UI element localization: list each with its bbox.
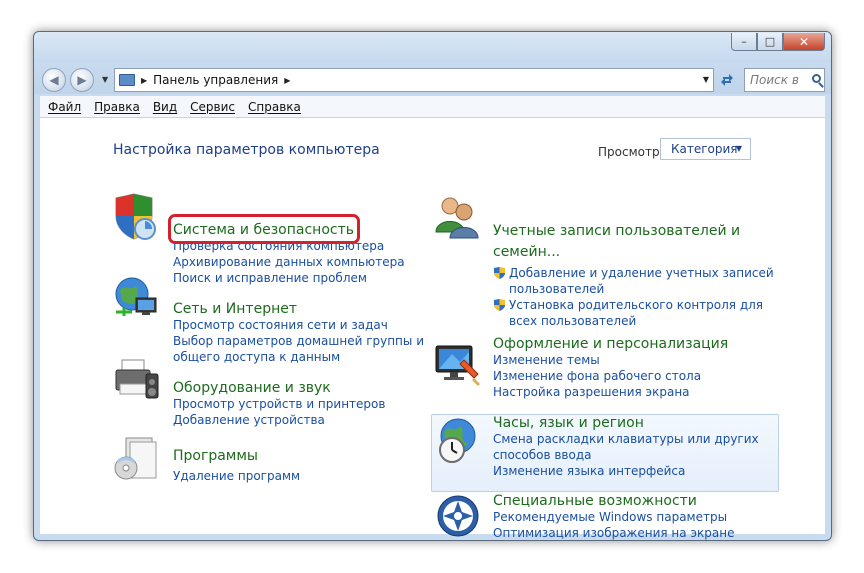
programs-title[interactable]: Программы bbox=[173, 448, 300, 464]
window-controls: – □ ✕ bbox=[731, 33, 825, 51]
chevron-down-icon: ▼ bbox=[735, 144, 742, 153]
category-ease-of-access: Специальные возможности Рекомендуемые Wi… bbox=[493, 493, 734, 540]
add-remove-accounts-link[interactable]: Добавление и удаление учетных записей bbox=[493, 265, 774, 281]
control-panel-window: – □ ✕ ◀ ▶ ▼ ▶ Панель управления ▶ ▼ Поис… bbox=[33, 31, 832, 541]
view-label: Просмотр: bbox=[598, 145, 664, 159]
parental-controls-link[interactable]: Установка родительского контроля для bbox=[493, 297, 774, 313]
address-bar[interactable]: ▶ Панель управления ▶ ▼ bbox=[114, 68, 714, 92]
recommended-settings-link[interactable]: Рекомендуемые Windows параметры bbox=[493, 509, 734, 525]
add-device-link[interactable]: Добавление устройства bbox=[173, 412, 385, 428]
control-panel-icon bbox=[119, 74, 135, 86]
parental-controls-text: Установка родительского контроля для bbox=[509, 298, 764, 312]
uac-shield-icon bbox=[494, 267, 505, 279]
view-by-value: Категория bbox=[671, 142, 738, 156]
title-bar[interactable]: – □ ✕ bbox=[34, 32, 831, 62]
uninstall-link[interactable]: Удаление программ bbox=[173, 468, 300, 484]
breadcrumb-arrow-end[interactable]: ▶ bbox=[284, 76, 290, 85]
appearance-monitor-icon[interactable] bbox=[434, 340, 484, 390]
page-title: Настройка параметров компьютера bbox=[113, 142, 380, 158]
display-language-link[interactable]: Изменение языка интерфейса bbox=[493, 463, 759, 479]
keyboard-layout-link-cont[interactable]: способов ввода bbox=[493, 447, 759, 463]
category-appearance: Оформление и персонализация Изменение те… bbox=[493, 336, 728, 400]
users-title-line1[interactable]: Учетные записи пользователей и bbox=[493, 221, 774, 242]
breadcrumb-arrow[interactable]: ▶ bbox=[141, 76, 147, 85]
devices-printers-link[interactable]: Просмотр устройств и принтеров bbox=[173, 396, 385, 412]
category-programs: Программы Удаление программ bbox=[173, 448, 300, 484]
view-by-dropdown[interactable]: Категория ▼ bbox=[660, 138, 751, 160]
refresh-button[interactable] bbox=[717, 68, 737, 92]
ease-of-access-title[interactable]: Специальные возможности bbox=[493, 493, 734, 509]
backup-link[interactable]: Архивирование данных компьютера bbox=[173, 254, 405, 270]
users-icon[interactable] bbox=[432, 192, 482, 242]
network-globe-icon[interactable] bbox=[112, 272, 162, 322]
refresh-icon bbox=[721, 74, 733, 86]
change-theme-link[interactable]: Изменение темы bbox=[493, 352, 728, 368]
programs-icon[interactable] bbox=[112, 434, 162, 484]
navigation-bar: ◀ ▶ ▼ ▶ Панель управления ▶ ▼ Поиск в па… bbox=[34, 62, 831, 109]
keyboard-layout-link[interactable]: Смена раскладки клавиатуры или других bbox=[493, 431, 759, 447]
appearance-title[interactable]: Оформление и персонализация bbox=[493, 336, 728, 352]
breadcrumb-control-panel[interactable]: Панель управления bbox=[153, 73, 278, 87]
menu-help[interactable]: Справка bbox=[248, 100, 301, 114]
homegroup-link[interactable]: Выбор параметров домашней группы и bbox=[173, 333, 424, 349]
parental-controls-link-cont[interactable]: всех пользователей bbox=[493, 313, 774, 329]
menu-bar: Файл Правка Вид Сервис Справка bbox=[40, 96, 825, 118]
security-shield-icon[interactable] bbox=[110, 192, 160, 242]
recent-pages-dropdown[interactable]: ▼ bbox=[102, 75, 108, 84]
address-dropdown-icon[interactable]: ▼ bbox=[703, 75, 709, 84]
printer-icon[interactable] bbox=[112, 352, 162, 402]
clock-globe-icon[interactable] bbox=[434, 416, 484, 466]
forward-arrow-icon: ▶ bbox=[77, 73, 87, 87]
menu-edit[interactable]: Правка bbox=[94, 100, 140, 114]
menu-file[interactable]: Файл bbox=[48, 100, 81, 114]
category-clock-region: Часы, язык и регион Смена раскладки клав… bbox=[493, 415, 759, 479]
category-network: Сеть и Интернет Просмотр состояния сети … bbox=[173, 301, 424, 365]
menu-tools[interactable]: Сервис bbox=[190, 100, 235, 114]
back-arrow-icon: ◀ bbox=[49, 73, 59, 87]
back-button[interactable]: ◀ bbox=[42, 68, 66, 92]
uac-shield-icon bbox=[494, 299, 505, 311]
content-area: Настройка параметров компьютера Просмотр… bbox=[40, 118, 825, 540]
hardware-title[interactable]: Оборудование и звук bbox=[173, 380, 385, 396]
menu-view[interactable]: Вид bbox=[153, 100, 177, 114]
category-users: Учетные записи пользователей и семейн...… bbox=[493, 221, 774, 329]
forward-button[interactable]: ▶ bbox=[70, 68, 94, 92]
ease-of-access-icon[interactable] bbox=[436, 494, 486, 540]
close-button[interactable]: ✕ bbox=[783, 33, 825, 51]
homegroup-link-cont[interactable]: общего доступа к данным bbox=[173, 349, 424, 365]
optimize-display-link[interactable]: Оптимизация изображения на экране bbox=[493, 525, 734, 540]
add-remove-accounts-text: Добавление и удаление учетных записей bbox=[509, 266, 774, 280]
screen-resolution-link[interactable]: Настройка разрешения экрана bbox=[493, 384, 728, 400]
clock-region-title[interactable]: Часы, язык и регион bbox=[493, 415, 759, 431]
minimize-button[interactable]: – bbox=[731, 33, 757, 51]
highlight-annotation bbox=[168, 214, 360, 244]
maximize-button[interactable]: □ bbox=[757, 33, 783, 51]
network-status-link[interactable]: Просмотр состояния сети и задач bbox=[173, 317, 424, 333]
network-title[interactable]: Сеть и Интернет bbox=[173, 301, 424, 317]
search-icon[interactable] bbox=[812, 74, 821, 83]
add-remove-accounts-link-cont[interactable]: пользователей bbox=[493, 281, 774, 297]
troubleshoot-link[interactable]: Поиск и исправление проблем bbox=[173, 270, 405, 286]
desktop-background-link[interactable]: Изменение фона рабочего стола bbox=[493, 368, 728, 384]
category-hardware: Оборудование и звук Просмотр устройств и… bbox=[173, 380, 385, 428]
users-title-line2[interactable]: семейн... bbox=[493, 242, 774, 263]
